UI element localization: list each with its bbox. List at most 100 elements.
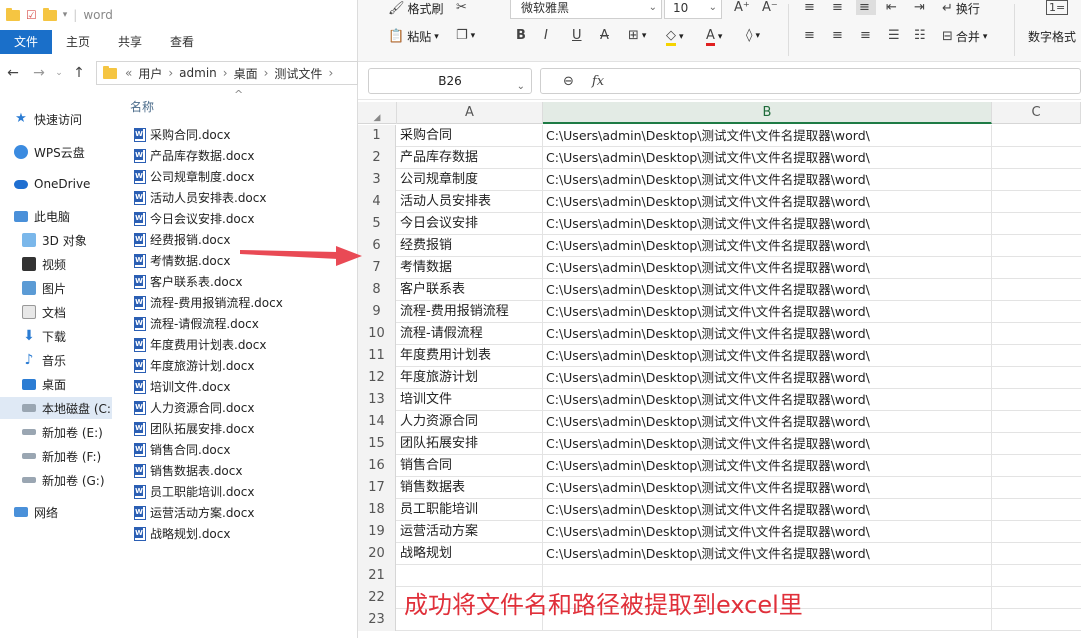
row-header[interactable]: 2	[358, 147, 396, 169]
file-item[interactable]: 培训文件.docx	[134, 376, 230, 397]
row-header[interactable]: 15	[358, 433, 396, 455]
row-header[interactable]: 11	[358, 345, 396, 367]
nav-onedrive[interactable]: OneDrive	[0, 173, 112, 195]
file-item[interactable]: 战略规划.docx	[134, 523, 230, 544]
file-item[interactable]: 员工职能培训.docx	[134, 481, 254, 502]
cell-a[interactable]: 产品库存数据	[398, 147, 543, 169]
tab-share[interactable]: 共享	[104, 30, 156, 54]
row-header[interactable]: 20	[358, 543, 396, 565]
column-header-a[interactable]: A	[397, 102, 543, 124]
decrease-font-button[interactable]: A⁻	[762, 0, 781, 15]
file-item[interactable]: 采购合同.docx	[134, 124, 230, 145]
file-item[interactable]: 销售数据表.docx	[134, 460, 242, 481]
file-item[interactable]: 客户联系表.docx	[134, 271, 242, 292]
breadcrumb-admin[interactable]: admin	[179, 66, 217, 80]
align-middle-button[interactable]: ≡	[832, 0, 846, 15]
cell-b[interactable]: C:\Users\admin\Desktop\测试文件\文件名提取器\word\	[544, 191, 992, 213]
cell-b[interactable]: C:\Users\admin\Desktop\测试文件\文件名提取器\word\	[544, 235, 992, 257]
underline-button[interactable]: U	[572, 28, 585, 43]
increase-font-button[interactable]: A⁺	[734, 0, 753, 15]
cell-b[interactable]	[544, 565, 992, 587]
align-right-button[interactable]: ≡	[860, 28, 874, 43]
indent-increase-button[interactable]: ⇥	[914, 0, 928, 15]
breadcrumb-desktop[interactable]: 桌面	[234, 65, 258, 82]
file-item[interactable]: 经费报销.docx	[134, 229, 230, 250]
row-header[interactable]: 13	[358, 389, 396, 411]
cell-b[interactable]: C:\Users\admin\Desktop\测试文件\文件名提取器\word\	[544, 389, 992, 411]
align-center-button[interactable]: ≡	[832, 28, 846, 43]
cell-b[interactable]: C:\Users\admin\Desktop\测试文件\文件名提取器\word\	[544, 499, 992, 521]
clear-button[interactable]: ◊ ▾	[746, 28, 760, 43]
cell-b[interactable]: C:\Users\admin\Desktop\测试文件\文件名提取器\word\	[544, 169, 992, 191]
nav-documents[interactable]: 文档	[0, 301, 112, 323]
cell-a[interactable]	[398, 565, 543, 587]
new-folder-icon[interactable]	[42, 7, 57, 21]
nav-quick-access[interactable]: ★ 快速访问	[0, 108, 112, 130]
row-header[interactable]: 4	[358, 191, 396, 213]
column-header-c[interactable]: C	[992, 102, 1081, 124]
row-header[interactable]: 1	[358, 125, 396, 147]
back-icon[interactable]: ←	[0, 65, 26, 81]
bold-button[interactable]: B	[516, 28, 529, 43]
copy-button[interactable]: ❐ ▾	[456, 28, 475, 43]
fill-color-button[interactable]: ◇ ▾	[666, 28, 684, 46]
cell-a[interactable]: 流程-请假流程	[398, 323, 543, 345]
nav-volume-f[interactable]: 新加卷 (F:)	[0, 445, 112, 467]
cell-b[interactable]: C:\Users\admin\Desktop\测试文件\文件名提取器\word\	[544, 279, 992, 301]
nav-wps-cloud[interactable]: WPS云盘	[0, 141, 112, 163]
cell-b[interactable]: C:\Users\admin\Desktop\测试文件\文件名提取器\word\	[544, 125, 992, 147]
cell-a[interactable]: 销售数据表	[398, 477, 543, 499]
cell-a[interactable]: 战略规划	[398, 543, 543, 565]
cell-b[interactable]: C:\Users\admin\Desktop\测试文件\文件名提取器\word\	[544, 433, 992, 455]
cell-b[interactable]: C:\Users\admin\Desktop\测试文件\文件名提取器\word\	[544, 367, 992, 389]
row-header[interactable]: 9	[358, 301, 396, 323]
column-header-b[interactable]: B	[543, 102, 992, 124]
nav-this-pc[interactable]: 此电脑	[0, 205, 112, 227]
file-item[interactable]: 人力资源合同.docx	[134, 397, 254, 418]
cell-b[interactable]: C:\Users\admin\Desktop\测试文件\文件名提取器\word\	[544, 477, 992, 499]
check-icon[interactable]: ☑	[26, 8, 37, 22]
cell-a[interactable]: 客户联系表	[398, 279, 543, 301]
file-item[interactable]: 年度旅游计划.docx	[134, 355, 254, 376]
name-box[interactable]: B26 ⌄	[368, 68, 532, 94]
align-bottom-button[interactable]: ≡	[856, 0, 876, 15]
cell-a[interactable]: 员工职能培训	[398, 499, 543, 521]
row-header[interactable]: 8	[358, 279, 396, 301]
tab-view[interactable]: 查看	[156, 30, 208, 54]
file-item[interactable]: 流程-费用报销流程.docx	[134, 292, 283, 313]
address-bar[interactable]: « 用户 › admin › 桌面 › 测试文件 ›	[96, 61, 358, 85]
cell-b[interactable]: C:\Users\admin\Desktop\测试文件\文件名提取器\word\	[544, 213, 992, 235]
cell-a[interactable]: 流程-费用报销流程	[398, 301, 543, 323]
row-header[interactable]: 5	[358, 213, 396, 235]
select-all-corner[interactable]: ◢	[358, 102, 397, 124]
cell-b[interactable]: C:\Users\admin\Desktop\测试文件\文件名提取器\word\	[544, 455, 992, 477]
file-item[interactable]: 团队拓展安排.docx	[134, 418, 254, 439]
cell-a[interactable]: 年度费用计划表	[398, 345, 543, 367]
cell-a[interactable]: 活动人员安排表	[398, 191, 543, 213]
formula-bar[interactable]: ⊖ fx	[540, 68, 1081, 94]
cell-a[interactable]: 销售合同	[398, 455, 543, 477]
wrap-text-button[interactable]: ↵ 换行	[942, 0, 980, 17]
nav-volume-e[interactable]: 新加卷 (E:)	[0, 421, 112, 443]
cell-b[interactable]: C:\Users\admin\Desktop\测试文件\文件名提取器\word\	[544, 345, 992, 367]
nav-3d-objects[interactable]: 3D 对象	[0, 229, 112, 251]
file-item[interactable]: 销售合同.docx	[134, 439, 230, 460]
cell-a[interactable]: 采购合同	[398, 125, 543, 147]
file-item[interactable]: 产品库存数据.docx	[134, 145, 254, 166]
number-format-button[interactable]: 数字格式	[1028, 28, 1076, 45]
breadcrumb-overflow[interactable]: «	[125, 66, 132, 80]
cell-b[interactable]: C:\Users\admin\Desktop\测试文件\文件名提取器\word\	[544, 521, 992, 543]
up-icon[interactable]: ↑	[66, 65, 92, 81]
cell-b[interactable]: C:\Users\admin\Desktop\测试文件\文件名提取器\word\	[544, 411, 992, 433]
tab-file[interactable]: 文件	[0, 30, 53, 54]
cell-a[interactable]: 经费报销	[398, 235, 543, 257]
nav-videos[interactable]: 视频	[0, 253, 112, 275]
justify-button[interactable]: ☰	[888, 28, 903, 43]
fx-icon[interactable]: fx	[592, 74, 604, 89]
cell-a[interactable]: 培训文件	[398, 389, 543, 411]
row-header[interactable]: 10	[358, 323, 396, 345]
chevron-down-icon[interactable]: ▾	[63, 10, 68, 20]
tab-home[interactable]: 主页	[52, 30, 104, 54]
indent-decrease-button[interactable]: ⇤	[886, 0, 900, 15]
distributed-button[interactable]: ☷	[914, 28, 929, 43]
